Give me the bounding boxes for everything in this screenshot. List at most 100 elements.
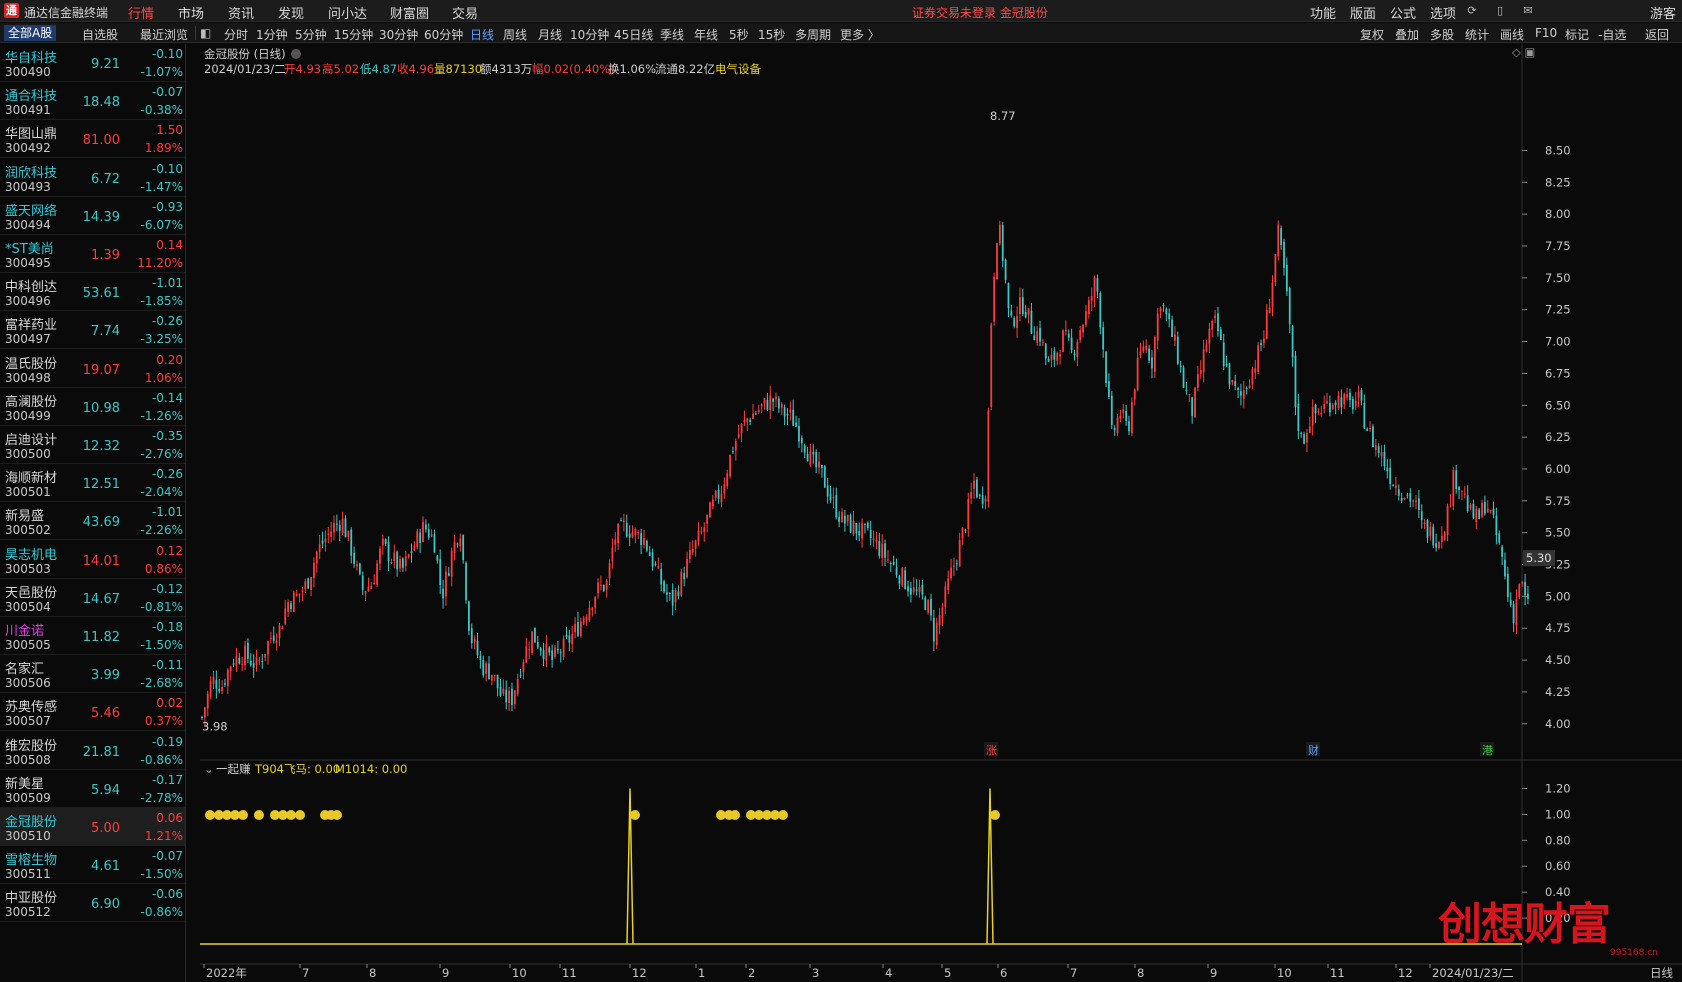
- candle-body: [864, 523, 866, 525]
- tool-stats[interactable]: 统计: [1465, 26, 1489, 43]
- candle-body: [932, 617, 935, 642]
- stock-name: 维宏股份: [5, 738, 58, 754]
- chart-expand-icon: ◇ ▣: [1512, 45, 1535, 59]
- candle-body: [798, 426, 800, 442]
- stock-percent: -1.50%: [140, 638, 183, 652]
- candle-body: [1288, 287, 1291, 325]
- tab-watchlist[interactable]: 自选股: [82, 26, 118, 43]
- period-daily[interactable]: 日线: [470, 26, 494, 43]
- candle-body: [996, 243, 998, 280]
- tab-recent[interactable]: 最近浏览: [140, 26, 188, 43]
- period-10min[interactable]: 10分钟: [570, 26, 609, 43]
- stock-row[interactable]: 昊志机电 300503 14.01 0.12 0.86%: [0, 541, 185, 579]
- menu-quote[interactable]: 行情: [128, 3, 154, 22]
- stock-row[interactable]: 名家汇 300506 3.99 -0.11 -2.68%: [0, 655, 185, 694]
- stock-row[interactable]: 苏奥传感 300507 5.46 0.02 0.37%: [0, 693, 185, 732]
- y-tick-label: 8.50: [1545, 143, 1571, 157]
- stock-row[interactable]: 中亚股份 300512 6.90 -0.06 -0.86%: [0, 884, 185, 923]
- tool-draw[interactable]: 画线: [1500, 26, 1524, 43]
- stock-row[interactable]: 川金诺 300505 11.82 -0.18 -1.50%: [0, 617, 185, 655]
- mail-icon[interactable]: ✉: [1521, 4, 1535, 18]
- stock-row[interactable]: 高澜股份 300499 10.98 -0.14 -1.26%: [0, 388, 185, 426]
- tool-mark[interactable]: 标记: [1565, 26, 1589, 43]
- candle-body: [1153, 337, 1156, 372]
- menu-layout[interactable]: 版面: [1350, 3, 1376, 22]
- kline-chart[interactable]: 金冠股份 (日线) 2024/01/23/二 开4.93 高5.02 低4.87…: [200, 44, 1682, 982]
- period-5min[interactable]: 5分钟: [295, 26, 327, 43]
- stock-row[interactable]: 富祥药业 300497 7.74 -0.26 -3.25%: [0, 311, 185, 350]
- tool-overlay[interactable]: 叠加: [1395, 26, 1419, 43]
- candle-body: [1317, 411, 1320, 413]
- menu-ask[interactable]: 问小达: [328, 3, 367, 22]
- candle-body: [907, 586, 909, 592]
- stock-row[interactable]: 华自科技 300490 9.21 -0.10 -1.07%: [0, 44, 185, 82]
- period-weekly[interactable]: 周线: [503, 26, 527, 43]
- panel-toggle-icon[interactable]: ◧: [200, 26, 211, 40]
- candle-body: [694, 540, 697, 549]
- menu-wealth[interactable]: 财富圈: [390, 3, 429, 22]
- watermark-url: 995168.cn: [1610, 948, 1658, 958]
- period-30min[interactable]: 30分钟: [379, 26, 418, 43]
- menu-trade[interactable]: 交易: [452, 3, 478, 22]
- candle-body: [490, 674, 493, 681]
- period-monthly[interactable]: 月线: [538, 26, 562, 43]
- candle-body: [1062, 330, 1064, 352]
- menu-market[interactable]: 市场: [178, 3, 204, 22]
- candle-body: [1440, 535, 1443, 543]
- period-more[interactable]: 更多 〉: [840, 26, 880, 43]
- period-quarter[interactable]: 季线: [660, 26, 684, 43]
- user-label[interactable]: 游客: [1650, 3, 1676, 22]
- stock-row[interactable]: 海顺新材 300501 12.51 -0.26 -2.04%: [0, 464, 185, 503]
- period-15sec[interactable]: 15秒: [758, 26, 785, 43]
- candle-body: [950, 567, 952, 579]
- stock-row[interactable]: 润欣科技 300493 6.72 -0.10 -1.47%: [0, 159, 185, 197]
- stock-row[interactable]: 华图山鼎 300492 81.00 1.50 1.89%: [0, 120, 185, 159]
- indicator-t904: T904飞马: 0.00: [254, 762, 340, 776]
- stock-code: 300503: [5, 561, 51, 576]
- candle-body: [978, 494, 981, 497]
- stock-row[interactable]: 雪榕生物 300511 4.61 -0.07 -1.50%: [0, 846, 185, 885]
- menu-discover[interactable]: 发现: [278, 3, 304, 22]
- candle-body: [1435, 543, 1437, 548]
- hdr-turnover: 换1.06%: [608, 62, 656, 76]
- stock-row[interactable]: 通合科技 300491 18.48 -0.07 -0.38%: [0, 82, 185, 121]
- candle-body: [832, 497, 835, 499]
- candle-body: [789, 409, 792, 413]
- period-5sec[interactable]: 5秒: [729, 26, 749, 43]
- period-year[interactable]: 年线: [694, 26, 718, 43]
- menu-options[interactable]: 选项: [1430, 3, 1456, 22]
- tool-multi-stock[interactable]: 多股: [1430, 26, 1454, 43]
- period-multi[interactable]: 多周期: [795, 26, 831, 43]
- tool-f10[interactable]: F10: [1535, 26, 1557, 40]
- stock-row[interactable]: 温氏股份 300498 19.07 0.20 1.06%: [0, 350, 185, 388]
- stock-change: 0.12: [156, 543, 183, 558]
- candle-body: [1374, 445, 1377, 450]
- stock-row[interactable]: 盛天网络 300494 14.39 -0.93 -6.07%: [0, 197, 185, 235]
- menu-function[interactable]: 功能: [1310, 3, 1336, 22]
- period-60min[interactable]: 60分钟: [424, 26, 463, 43]
- period-1min[interactable]: 1分钟: [256, 26, 288, 43]
- stock-row[interactable]: 金冠股份 300510 5.00 0.06 1.21%: [0, 808, 185, 846]
- tool-remove-watchlist[interactable]: -自选: [1598, 26, 1626, 43]
- tool-adjust[interactable]: 复权: [1360, 26, 1384, 43]
- tool-back[interactable]: 返回: [1645, 26, 1669, 43]
- stock-row[interactable]: *ST美尚 300495 1.39 0.14 11.20%: [0, 235, 185, 273]
- candle-body: [1070, 337, 1073, 351]
- tab-all-a-shares[interactable]: 全部A股: [4, 25, 57, 41]
- stock-row[interactable]: 启迪设计 300500 12.32 -0.35 -2.76%: [0, 426, 185, 464]
- candle-body: [290, 603, 292, 610]
- candle-body: [1225, 363, 1228, 366]
- lock-icon[interactable]: ▯: [1493, 4, 1507, 18]
- stock-row[interactable]: 新易盛 300502 43.69 -1.01 -2.26%: [0, 502, 185, 541]
- period-15min[interactable]: 15分钟: [334, 26, 373, 43]
- coin-bag-icon: [254, 810, 264, 820]
- menu-news[interactable]: 资讯: [228, 3, 254, 22]
- stock-row[interactable]: 天邑股份 300504 14.67 -0.12 -0.81%: [0, 579, 185, 617]
- menu-formula[interactable]: 公式: [1390, 3, 1416, 22]
- stock-row[interactable]: 新美星 300509 5.94 -0.17 -2.78%: [0, 770, 185, 808]
- stock-row[interactable]: 维宏股份 300508 21.81 -0.19 -0.86%: [0, 732, 185, 770]
- period-timeshare[interactable]: 分时: [224, 26, 248, 43]
- refresh-icon[interactable]: ⟳: [1465, 4, 1479, 18]
- stock-row[interactable]: 中科创达 300496 53.61 -1.01 -1.85%: [0, 273, 185, 312]
- period-45day[interactable]: 45日线: [614, 26, 653, 43]
